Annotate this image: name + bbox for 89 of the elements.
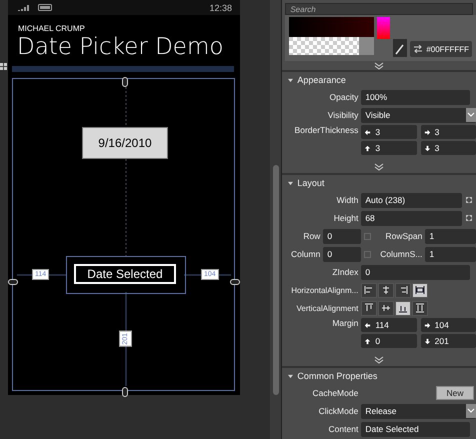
arrow-icon	[364, 144, 372, 152]
property-dropdown[interactable]: Release	[361, 404, 476, 418]
property-label: Opacity	[328, 92, 358, 102]
property-field[interactable]: 0	[361, 264, 470, 280]
alignment-button[interactable]	[361, 300, 378, 316]
arrow-icon	[424, 128, 431, 136]
property-field[interactable]: 0	[323, 228, 362, 244]
property-label: Width	[336, 195, 358, 205]
search-field[interactable]: Search	[285, 3, 473, 16]
property-field[interactable]: 1	[425, 228, 476, 244]
alignment-icon	[415, 285, 426, 295]
chevron-icon[interactable]	[374, 62, 384, 70]
property-label: VerticalAlignment	[296, 304, 358, 312]
property-field[interactable]: 3	[361, 141, 417, 155]
dropdown-icon[interactable]	[466, 108, 476, 122]
property-label: ZIndex	[331, 267, 358, 277]
arrow-icon	[364, 322, 372, 328]
arrow-icon	[364, 338, 372, 344]
alignment-icon	[381, 285, 392, 295]
alignment-icon	[398, 303, 408, 313]
property-field[interactable]: 114	[361, 318, 417, 332]
dropdown-icon[interactable]	[466, 404, 476, 418]
alignment-icon	[415, 303, 426, 313]
property-field[interactable]: 1	[425, 246, 476, 262]
arrow-icon	[424, 144, 431, 152]
alignment-button[interactable]	[361, 282, 378, 298]
alignment-button[interactable]	[412, 282, 428, 298]
property-label: ClickMode	[318, 406, 358, 416]
property-label: Visibility	[326, 110, 358, 120]
collapse-icon[interactable]	[288, 180, 294, 186]
swap-icon[interactable]	[413, 45, 424, 54]
property-label: Row	[302, 231, 320, 241]
property-label: RowSpan	[384, 231, 422, 241]
alignment-button[interactable]	[395, 300, 412, 316]
checkbox[interactable]	[364, 232, 372, 240]
alignment-icon	[364, 285, 374, 295]
property-field[interactable]: 100%	[361, 90, 470, 104]
grid-icon[interactable]	[0, 63, 7, 70]
checkbox[interactable]	[364, 250, 372, 258]
property-label: Column	[290, 249, 320, 259]
property-field[interactable]: 0	[361, 334, 417, 348]
color-picker[interactable]	[289, 17, 390, 58]
property-field[interactable]: 0	[323, 246, 362, 262]
section-header[interactable]: Common Properties	[297, 371, 378, 381]
page-title: Date Picker Demo	[17, 34, 224, 60]
property-field[interactable]: 104	[420, 318, 476, 332]
property-field[interactable]: 3	[420, 141, 476, 155]
arrow-icon	[424, 338, 431, 344]
battery-icon	[38, 4, 53, 11]
signal-icon	[18, 4, 30, 10]
section-header[interactable]: Layout	[297, 178, 324, 188]
property-field[interactable]: 201	[420, 334, 476, 348]
color-value-field[interactable]: #00FFFFFF	[410, 41, 472, 58]
alignment-icon	[364, 303, 374, 313]
alignment-button[interactable]	[412, 300, 428, 316]
chevron-icon[interactable]	[374, 163, 384, 171]
alignment-icon	[398, 285, 408, 295]
new-button[interactable]: New	[436, 386, 474, 400]
property-field[interactable]: 3	[420, 125, 476, 139]
arrow-icon	[424, 322, 431, 328]
property-field[interactable]: Date Selected	[361, 422, 470, 436]
property-label: BorderThickness	[294, 125, 358, 135]
property-label: Margin	[331, 318, 358, 328]
property-label: ColumnS...	[379, 249, 422, 259]
property-label: Height	[332, 213, 358, 223]
property-field[interactable]: Auto (238)	[361, 192, 462, 208]
chevron-icon[interactable]	[374, 356, 384, 364]
collapse-icon[interactable]	[288, 374, 294, 378]
property-field[interactable]: 3	[361, 125, 417, 139]
eyedropper-icon[interactable]	[393, 39, 408, 58]
date-picker[interactable]: 9/16/2010	[82, 127, 168, 159]
property-label: Content	[328, 424, 358, 434]
property-field[interactable]: 68	[361, 210, 462, 226]
alignment-icon	[381, 303, 392, 313]
property-dropdown[interactable]: Visible	[361, 108, 476, 122]
expand-icon[interactable]	[465, 196, 473, 204]
property-label: CacheMode	[311, 388, 358, 398]
date-selected-button[interactable]: Date Selected	[74, 264, 176, 284]
property-label: HorizontalAlignm...	[290, 286, 358, 294]
alignment-button[interactable]	[378, 282, 394, 298]
alignment-button[interactable]	[395, 282, 412, 298]
expand-icon[interactable]	[465, 214, 473, 222]
status-time: 12:38	[209, 2, 232, 12]
scrollbar-thumb[interactable]	[272, 165, 279, 395]
collapse-icon[interactable]	[288, 78, 294, 82]
app-name: MICHAEL CRUMP	[18, 24, 86, 33]
arrow-icon	[364, 128, 372, 136]
alignment-button[interactable]	[378, 300, 394, 316]
section-header[interactable]: Appearance	[297, 75, 346, 85]
